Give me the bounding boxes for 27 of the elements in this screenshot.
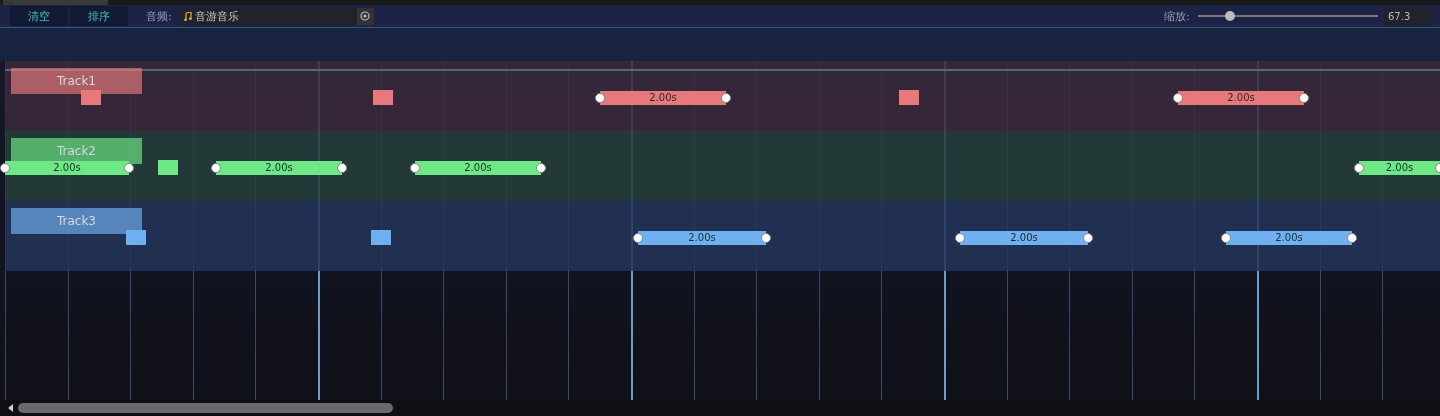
zoom-value-field[interactable]: 67.3 xyxy=(1384,7,1432,25)
zoom-slider[interactable] xyxy=(1198,11,1378,21)
hold-note[interactable]: 2.00s xyxy=(955,231,1093,245)
hold-note[interactable]: 2.00s xyxy=(1354,161,1440,175)
hold-note[interactable]: 2.00s xyxy=(410,161,546,175)
music-note-icon xyxy=(183,11,192,21)
hold-note[interactable]: 2.00s xyxy=(1173,91,1309,105)
tap-note[interactable] xyxy=(371,230,391,245)
tap-note[interactable] xyxy=(899,90,919,105)
hold-note[interactable]: 2.00s xyxy=(1221,231,1357,245)
tap-note[interactable] xyxy=(81,90,101,105)
hold-note[interactable]: 2.00s xyxy=(211,161,347,175)
toolbar-button[interactable]: 排序 xyxy=(70,6,128,26)
toolbar-button[interactable]: 清空 xyxy=(10,6,68,26)
hold-note[interactable]: 2.00s xyxy=(633,231,771,245)
hold-note[interactable]: 2.00s xyxy=(595,91,731,105)
tap-note[interactable] xyxy=(373,90,393,105)
tap-note[interactable] xyxy=(158,160,178,175)
zoom-label: 缩放: xyxy=(1164,8,1190,24)
tap-note[interactable] xyxy=(126,230,146,245)
audio-field[interactable]: 音游音乐 xyxy=(179,7,374,25)
hold-note[interactable]: 2.00s xyxy=(0,161,134,175)
target-icon[interactable] xyxy=(356,7,374,25)
audio-label: 音频: xyxy=(146,8,172,24)
scrollbar-thumb[interactable] xyxy=(18,403,393,413)
scroll-left-icon[interactable] xyxy=(8,404,13,412)
slider-thumb[interactable] xyxy=(1225,11,1236,21)
